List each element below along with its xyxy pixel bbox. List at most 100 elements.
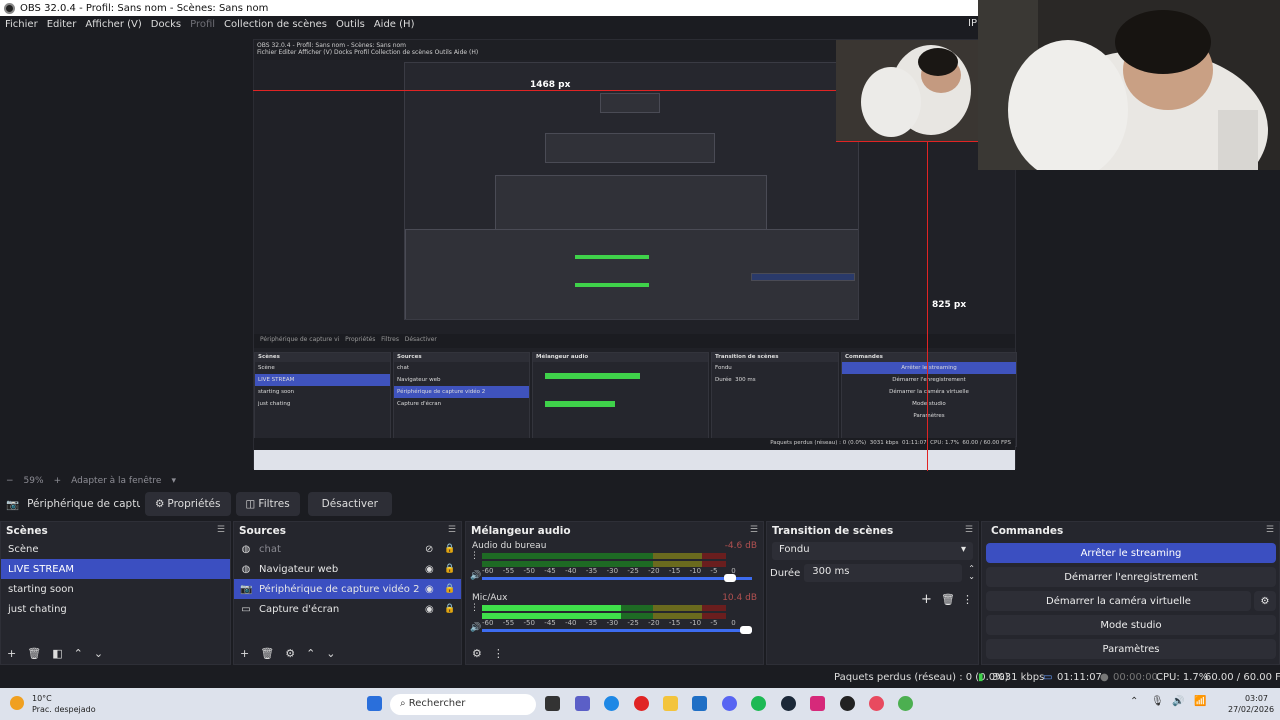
transition-dock: Transition de scènes ☰ Fondu ▾ Durée 300…	[766, 521, 979, 665]
lock-icon[interactable]: 🔒	[444, 564, 455, 574]
scene-item[interactable]: LIVE STREAM	[1, 559, 230, 579]
scene-filter-icon[interactable]: ◧	[52, 647, 62, 660]
zoom-out-button[interactable]: −	[6, 476, 14, 486]
source-item[interactable]: 📷 Périphérique de capture vidéo 2 ◉ 🔒	[234, 579, 461, 599]
remove-source-icon[interactable]: 🗑	[260, 647, 274, 660]
zoom-fit-select[interactable]: Adapter à la fenêtre	[71, 476, 161, 486]
taskbar-search[interactable]: ⌕ Rechercher	[390, 694, 536, 715]
menu-file[interactable]: Fichier	[5, 19, 38, 30]
duration-input[interactable]: 300 ms	[804, 564, 963, 582]
dock-menu-icon[interactable]: ☰	[965, 525, 973, 536]
move-down-icon[interactable]: ⌄	[326, 647, 335, 660]
chrome-icon[interactable]	[898, 696, 913, 711]
start-recording-button[interactable]: Démarrer l'enregistrement	[986, 567, 1276, 587]
move-down-icon[interactable]: ⌄	[94, 647, 103, 660]
scenes-footer: + 🗑 ◧ ⌃ ⌄	[1, 642, 230, 664]
volume-slider[interactable]	[482, 574, 752, 582]
chevron-down-icon[interactable]: ▾	[171, 476, 176, 486]
transition-menu-icon[interactable]: ⋮	[962, 593, 973, 606]
filters-button[interactable]: ◫ Filtres	[235, 492, 300, 516]
transition-select[interactable]: Fondu ▾	[772, 542, 973, 560]
move-up-icon[interactable]: ⌃	[74, 647, 83, 660]
deactivate-button[interactable]: Désactiver	[307, 492, 392, 516]
scene-item[interactable]: starting soon	[1, 579, 230, 599]
teams-icon[interactable]	[575, 696, 590, 711]
taskbar-clock[interactable]: 03:07 27/02/2026	[1228, 693, 1274, 715]
volume-slider[interactable]	[482, 626, 752, 634]
volume-icon[interactable]: 🔊	[1172, 696, 1184, 707]
stop-streaming-button[interactable]: Arrêter le streaming	[986, 543, 1276, 563]
lock-icon[interactable]: 🔒	[444, 544, 455, 554]
volume-knob[interactable]	[723, 574, 736, 582]
lock-icon[interactable]: 🔒	[444, 604, 455, 614]
menu-ip[interactable]: IP	[968, 18, 977, 29]
remove-scene-icon[interactable]: 🗑	[27, 647, 41, 660]
mixer-title: Mélangeur audio	[471, 525, 571, 537]
nested-commands: Commandes Arrêter le streaming Démarrer …	[841, 352, 1017, 447]
microphone-icon[interactable]: 🎙	[1151, 696, 1164, 707]
menu-scene-collection[interactable]: Collection de scènes	[224, 19, 327, 30]
menu-profile[interactable]: Profil	[190, 19, 215, 30]
bitrate: 3031 kbps	[992, 672, 1045, 683]
network-icon[interactable]: 📶	[1194, 696, 1206, 707]
tick-label: -35	[585, 567, 598, 575]
dock-menu-icon[interactable]: ☰	[448, 525, 456, 536]
spinner-icon[interactable]: ⌃ ⌄	[968, 565, 975, 581]
menu-help[interactable]: Aide (H)	[374, 19, 415, 30]
spotify-icon[interactable]	[751, 696, 766, 711]
weather-widget[interactable]: 10°C Prac. despejado	[10, 693, 96, 715]
eye-off-icon[interactable]: ⊘	[425, 544, 433, 555]
eye-icon[interactable]: ◉	[425, 604, 434, 615]
windows-start-icon[interactable]	[367, 696, 382, 711]
start-virtual-camera-button[interactable]: Démarrer la caméra virtuelle	[986, 591, 1251, 611]
source-item[interactable]: ◍ chat ⊘ 🔒	[234, 539, 461, 559]
scene-item[interactable]: Scène	[1, 539, 230, 559]
tick-label: -45	[544, 619, 556, 627]
properties-button[interactable]: ⚙ Propriétés	[145, 492, 231, 516]
channel-menu-icon[interactable]: ⋮	[470, 603, 479, 613]
obs-window: OBS 32.0.4 - Profil: Sans nom - Scènes: …	[0, 0, 1280, 720]
studio-mode-button[interactable]: Mode studio	[986, 615, 1276, 635]
speaker-icon[interactable]: 🔊	[470, 571, 481, 581]
instagram-icon[interactable]	[810, 696, 825, 711]
zoom-in-button[interactable]: +	[54, 476, 62, 486]
task-view-icon[interactable]	[545, 696, 560, 711]
remove-transition-icon[interactable]: 🗑	[941, 593, 955, 606]
eye-icon[interactable]: ◉	[425, 584, 434, 595]
add-transition-icon[interactable]: +	[921, 592, 932, 607]
eye-icon[interactable]: ◉	[425, 564, 434, 575]
mixer-settings-icon[interactable]: ⚙	[472, 647, 482, 660]
menu-tools[interactable]: Outils	[336, 19, 365, 30]
nested-sources: Sources chat Navigateur web Périphérique…	[393, 352, 530, 447]
chevron-up-icon[interactable]: ⌃	[1130, 696, 1138, 707]
file-explorer-icon[interactable]	[663, 696, 678, 711]
lock-icon[interactable]: 🔒	[444, 584, 455, 594]
virtual-camera-settings-icon[interactable]: ⚙	[1254, 591, 1276, 611]
dock-menu-icon[interactable]: ☰	[217, 525, 225, 536]
app-icon[interactable]	[869, 696, 884, 711]
settings-button[interactable]: Paramètres	[986, 639, 1276, 659]
add-scene-icon[interactable]: +	[7, 647, 16, 660]
obs-taskbar-icon[interactable]	[840, 696, 855, 711]
volume-knob[interactable]	[740, 626, 752, 634]
source-item[interactable]: ◍ Navigateur web ◉ 🔒	[234, 559, 461, 579]
menu-edit[interactable]: Editer	[47, 19, 77, 30]
move-up-icon[interactable]: ⌃	[306, 647, 315, 660]
edge-icon[interactable]	[604, 696, 619, 711]
nested-preview	[404, 62, 859, 320]
source-item[interactable]: ▭ Capture d'écran ◉ 🔒	[234, 599, 461, 619]
channel-menu-icon[interactable]: ⋮	[470, 551, 479, 561]
dock-menu-icon[interactable]: ☰	[1266, 525, 1274, 536]
discord-icon[interactable]	[722, 696, 737, 711]
add-source-icon[interactable]: +	[240, 647, 249, 660]
opera-icon[interactable]	[634, 696, 649, 711]
steam-icon[interactable]	[781, 696, 796, 711]
speaker-icon[interactable]: 🔊	[470, 623, 481, 633]
dock-menu-icon[interactable]: ☰	[750, 525, 758, 536]
source-properties-icon[interactable]: ⚙	[285, 647, 295, 660]
menu-view[interactable]: Afficher (V)	[85, 19, 141, 30]
mixer-menu-icon[interactable]: ⋮	[493, 647, 504, 660]
store-icon[interactable]	[692, 696, 707, 711]
scene-item[interactable]: just chating	[1, 599, 230, 619]
menu-docks[interactable]: Docks	[151, 19, 181, 30]
